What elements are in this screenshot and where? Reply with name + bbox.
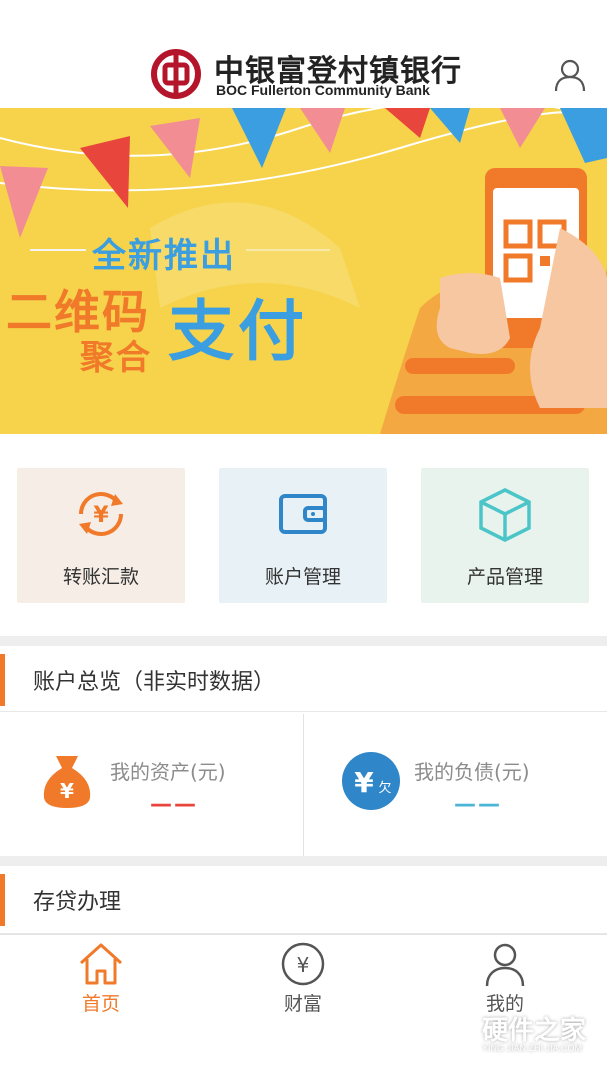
account-overview: ¥ 我的资产(元) —— ¥ 欠 我的负债(元) —— bbox=[0, 714, 607, 856]
money-bag-icon: ¥ bbox=[43, 756, 91, 808]
tab-wealth[interactable]: ¥ 财富 bbox=[202, 935, 404, 1025]
yen-circle-icon: ¥ bbox=[281, 942, 325, 986]
banner-subtitle: 全新推出 bbox=[92, 236, 236, 276]
svg-text:¥: ¥ bbox=[297, 953, 310, 977]
product-management-label: 产品管理 bbox=[466, 566, 543, 588]
bank-name-en: BOC Fullerton Community Bank bbox=[216, 82, 430, 98]
my-liabilities[interactable]: ¥ 欠 我的负债(元) —— bbox=[304, 714, 607, 856]
deposit-loan-title: 存贷办理 bbox=[33, 890, 122, 915]
svg-text:¥: ¥ bbox=[60, 779, 74, 803]
section-divider bbox=[0, 856, 607, 866]
my-assets-label: 我的资产(元) bbox=[110, 760, 226, 784]
section-accent-bar bbox=[0, 654, 5, 706]
section-divider bbox=[0, 636, 607, 646]
svg-text:¥: ¥ bbox=[93, 503, 109, 528]
app-header: 中银富登村镇银行 BOC Fullerton Community Bank bbox=[0, 0, 607, 108]
transfer-card[interactable]: ¥ 转账汇款 bbox=[17, 468, 185, 603]
section-accent-bar bbox=[0, 874, 5, 926]
my-assets-value: —— bbox=[150, 792, 198, 817]
account-overview-header: 账户总览（非实时数据） bbox=[0, 646, 607, 712]
banner-title-aggregate: 聚合 bbox=[80, 338, 152, 378]
wallet-icon bbox=[279, 494, 327, 534]
account-management-label: 账户管理 bbox=[264, 566, 341, 588]
my-assets[interactable]: ¥ 我的资产(元) —— bbox=[0, 714, 303, 856]
tab-wealth-label: 财富 bbox=[283, 993, 322, 1015]
promo-banner[interactable]: 全新推出 二维码 聚合 支付 bbox=[0, 108, 607, 434]
watermark-text-en: YING JIAN ZHI JIA.COM bbox=[482, 1043, 583, 1053]
watermark-text-cn: 硬件之家 bbox=[482, 1016, 587, 1046]
deposit-loan-header[interactable]: 存贷办理 bbox=[0, 866, 607, 934]
home-icon bbox=[79, 943, 123, 985]
account-overview-title: 账户总览（非实时数据） bbox=[33, 670, 276, 695]
transfer-label: 转账汇款 bbox=[62, 566, 139, 588]
cube-icon bbox=[479, 488, 531, 542]
banner-title-pay: 支付 bbox=[168, 293, 308, 370]
tab-home[interactable]: 首页 bbox=[0, 935, 202, 1025]
tab-home-label: 首页 bbox=[81, 993, 120, 1015]
boc-logo-icon bbox=[151, 49, 201, 99]
account-management-card[interactable]: 账户管理 bbox=[219, 468, 387, 603]
yen-transfer-icon: ¥ bbox=[79, 492, 123, 536]
my-liabilities-label: 我的负债(元) bbox=[414, 760, 530, 784]
profile-icon bbox=[485, 943, 525, 987]
yen-debt-icon: ¥ 欠 bbox=[342, 752, 400, 810]
svg-text:¥: ¥ bbox=[354, 766, 374, 799]
my-liabilities-value: —— bbox=[454, 792, 502, 817]
user-icon[interactable] bbox=[552, 57, 588, 93]
product-management-card[interactable]: 产品管理 bbox=[421, 468, 589, 603]
svg-text:欠: 欠 bbox=[378, 780, 391, 796]
